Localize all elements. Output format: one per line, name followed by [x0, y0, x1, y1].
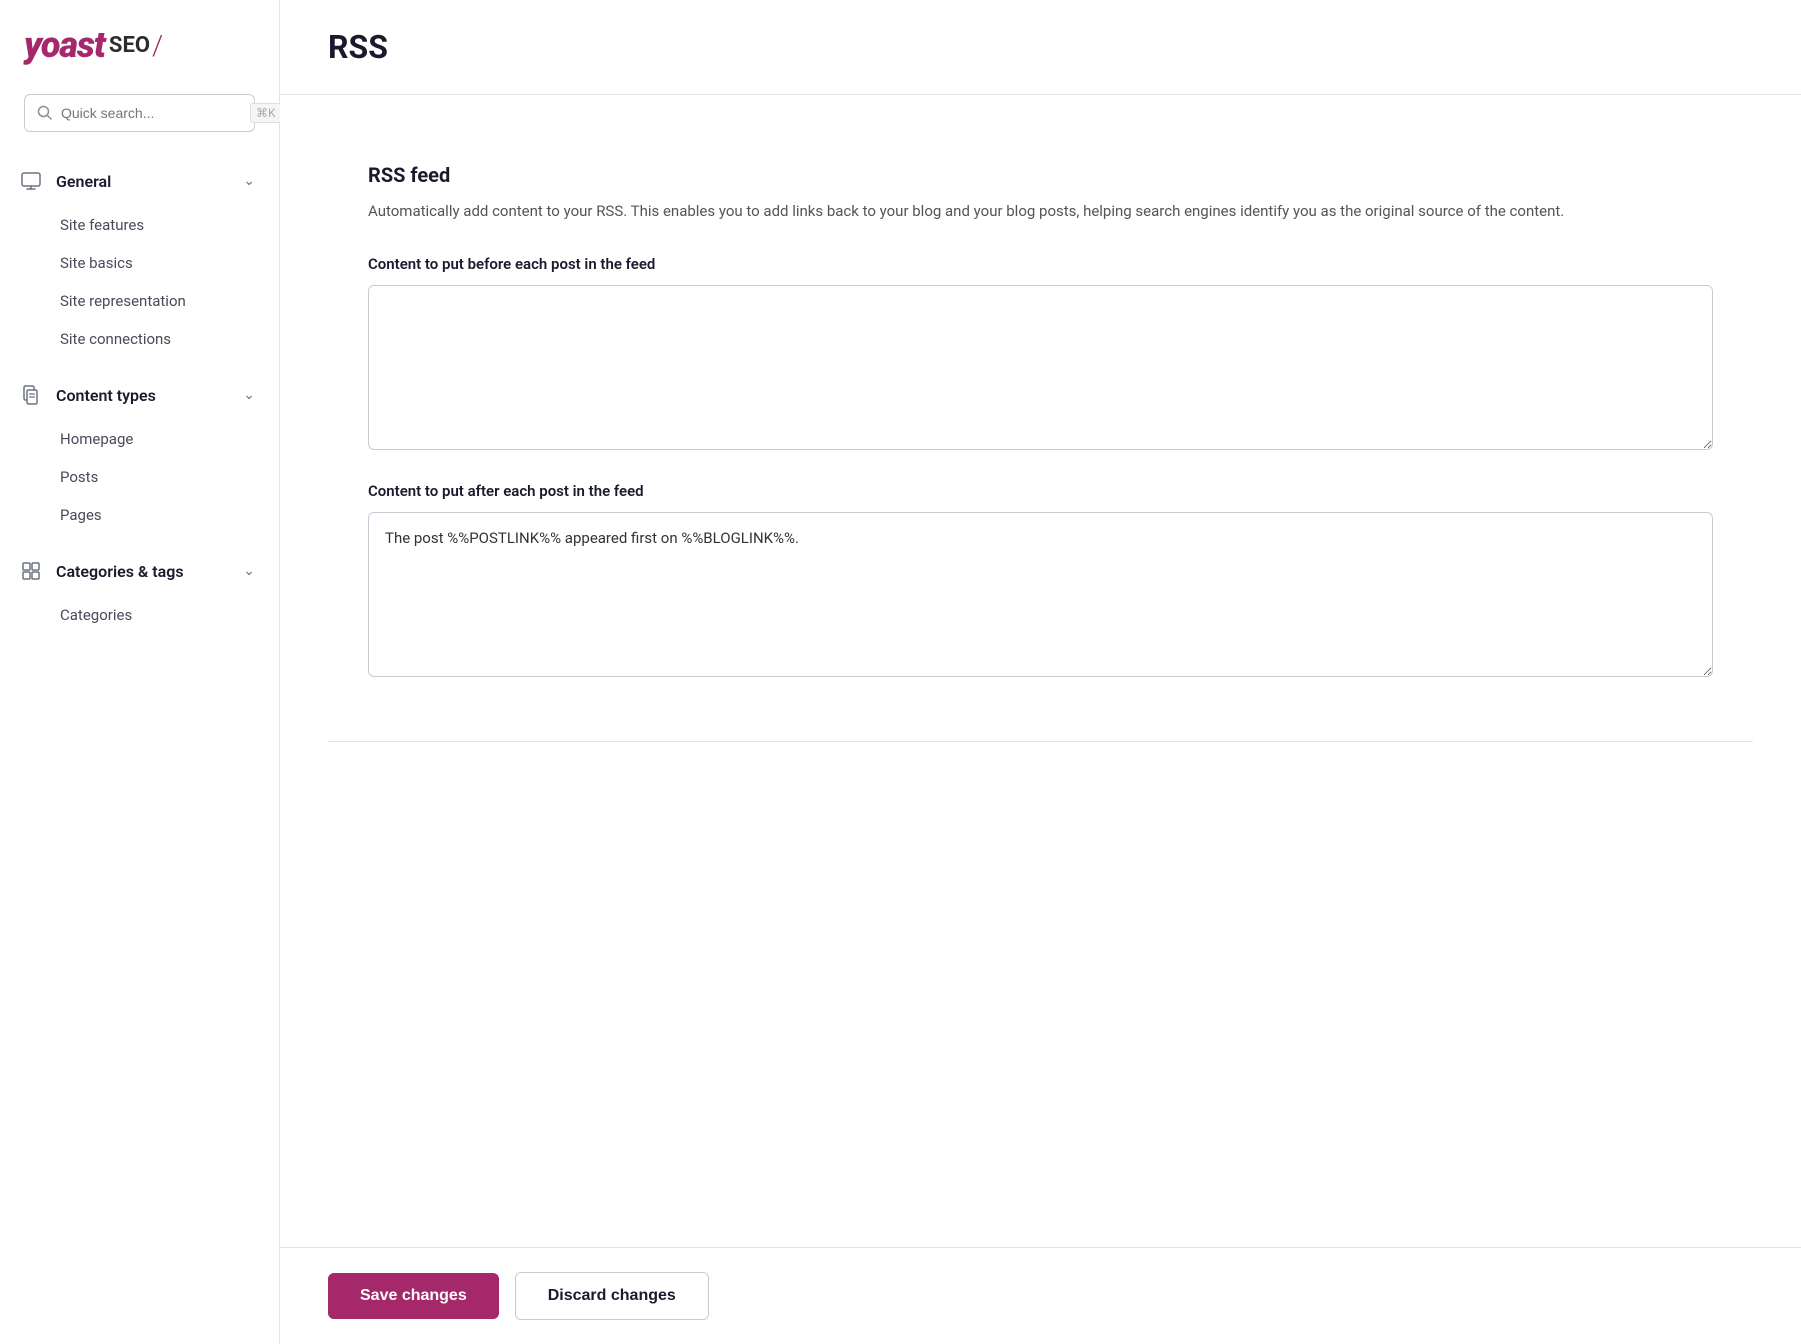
sidebar-item-categories[interactable]: Categories: [0, 596, 279, 634]
after-feed-label: Content to put after each post in the fe…: [368, 482, 1713, 500]
sidebar-item-site-features[interactable]: Site features: [0, 206, 279, 244]
tag-icon: [20, 560, 42, 582]
categories-tags-chevron-icon: ⌄: [243, 563, 255, 579]
general-section-title: General: [56, 172, 111, 191]
logo-slash: /: [152, 29, 163, 62]
sidebar-item-pages[interactable]: Pages: [0, 496, 279, 534]
nav-section-header-categories-tags[interactable]: Categories & tags ⌄: [0, 550, 279, 592]
search-input[interactable]: [61, 105, 242, 121]
general-nav-items: Site features Site basics Site represent…: [0, 202, 279, 366]
nav-section-header-general[interactable]: General ⌄: [0, 160, 279, 202]
sidebar-item-posts[interactable]: Posts: [0, 458, 279, 496]
page-title: RSS: [328, 28, 1753, 66]
section-divider: [328, 741, 1753, 742]
monitor-icon: [20, 170, 42, 192]
categories-tags-section-title: Categories & tags: [56, 562, 184, 581]
rss-feed-description: Automatically add content to your RSS. T…: [368, 199, 1713, 223]
nav-section-general: General ⌄ Site features Site basics Site…: [0, 160, 279, 366]
search-icon: [37, 105, 53, 121]
main-content: RSS RSS feed Automatically add content t…: [280, 0, 1801, 1344]
content-types-nav-items: Homepage Posts Pages: [0, 416, 279, 542]
footer-bar: Save changes Discard changes: [280, 1247, 1801, 1344]
search-shortcut: ⌘K: [250, 103, 282, 123]
nav-section-header-left-content-types: Content types: [20, 384, 156, 406]
nav-section-categories-tags: Categories & tags ⌄ Categories: [0, 550, 279, 642]
sidebar-item-site-connections[interactable]: Site connections: [0, 320, 279, 358]
after-feed-textarea[interactable]: [368, 512, 1713, 677]
nav-section-header-left-general: General: [20, 170, 111, 192]
before-feed-textarea[interactable]: [368, 285, 1713, 450]
nav-section-content-types: Content types ⌄ Homepage Posts Pages: [0, 374, 279, 542]
general-chevron-icon: ⌄: [243, 173, 255, 189]
content-types-chevron-icon: ⌄: [243, 387, 255, 403]
logo-area: yoast SEO /: [0, 24, 279, 94]
sidebar-item-homepage[interactable]: Homepage: [0, 420, 279, 458]
sidebar: yoast SEO / ⌘K G: [0, 0, 280, 1344]
nav-section-header-content-types[interactable]: Content types ⌄: [0, 374, 279, 416]
discard-button[interactable]: Discard changes: [515, 1272, 709, 1320]
sidebar-item-site-representation[interactable]: Site representation: [0, 282, 279, 320]
nav-section-header-left-categories-tags: Categories & tags: [20, 560, 184, 582]
logo: yoast SEO /: [24, 24, 255, 66]
content-area: RSS feed Automatically add content to yo…: [280, 95, 1801, 1247]
search-box[interactable]: ⌘K: [24, 94, 255, 132]
save-button[interactable]: Save changes: [328, 1273, 499, 1319]
rss-feed-title: RSS feed: [368, 163, 1713, 187]
logo-yoast: yoast: [24, 24, 105, 66]
before-feed-label: Content to put before each post in the f…: [368, 255, 1713, 273]
rss-feed-section: RSS feed Automatically add content to yo…: [328, 131, 1753, 741]
doc-icon: [20, 384, 42, 406]
content-types-section-title: Content types: [56, 386, 156, 405]
page-header: RSS: [280, 0, 1801, 95]
logo-seo: SEO: [109, 33, 150, 58]
sidebar-item-site-basics[interactable]: Site basics: [0, 244, 279, 282]
categories-tags-nav-items: Categories: [0, 592, 279, 642]
